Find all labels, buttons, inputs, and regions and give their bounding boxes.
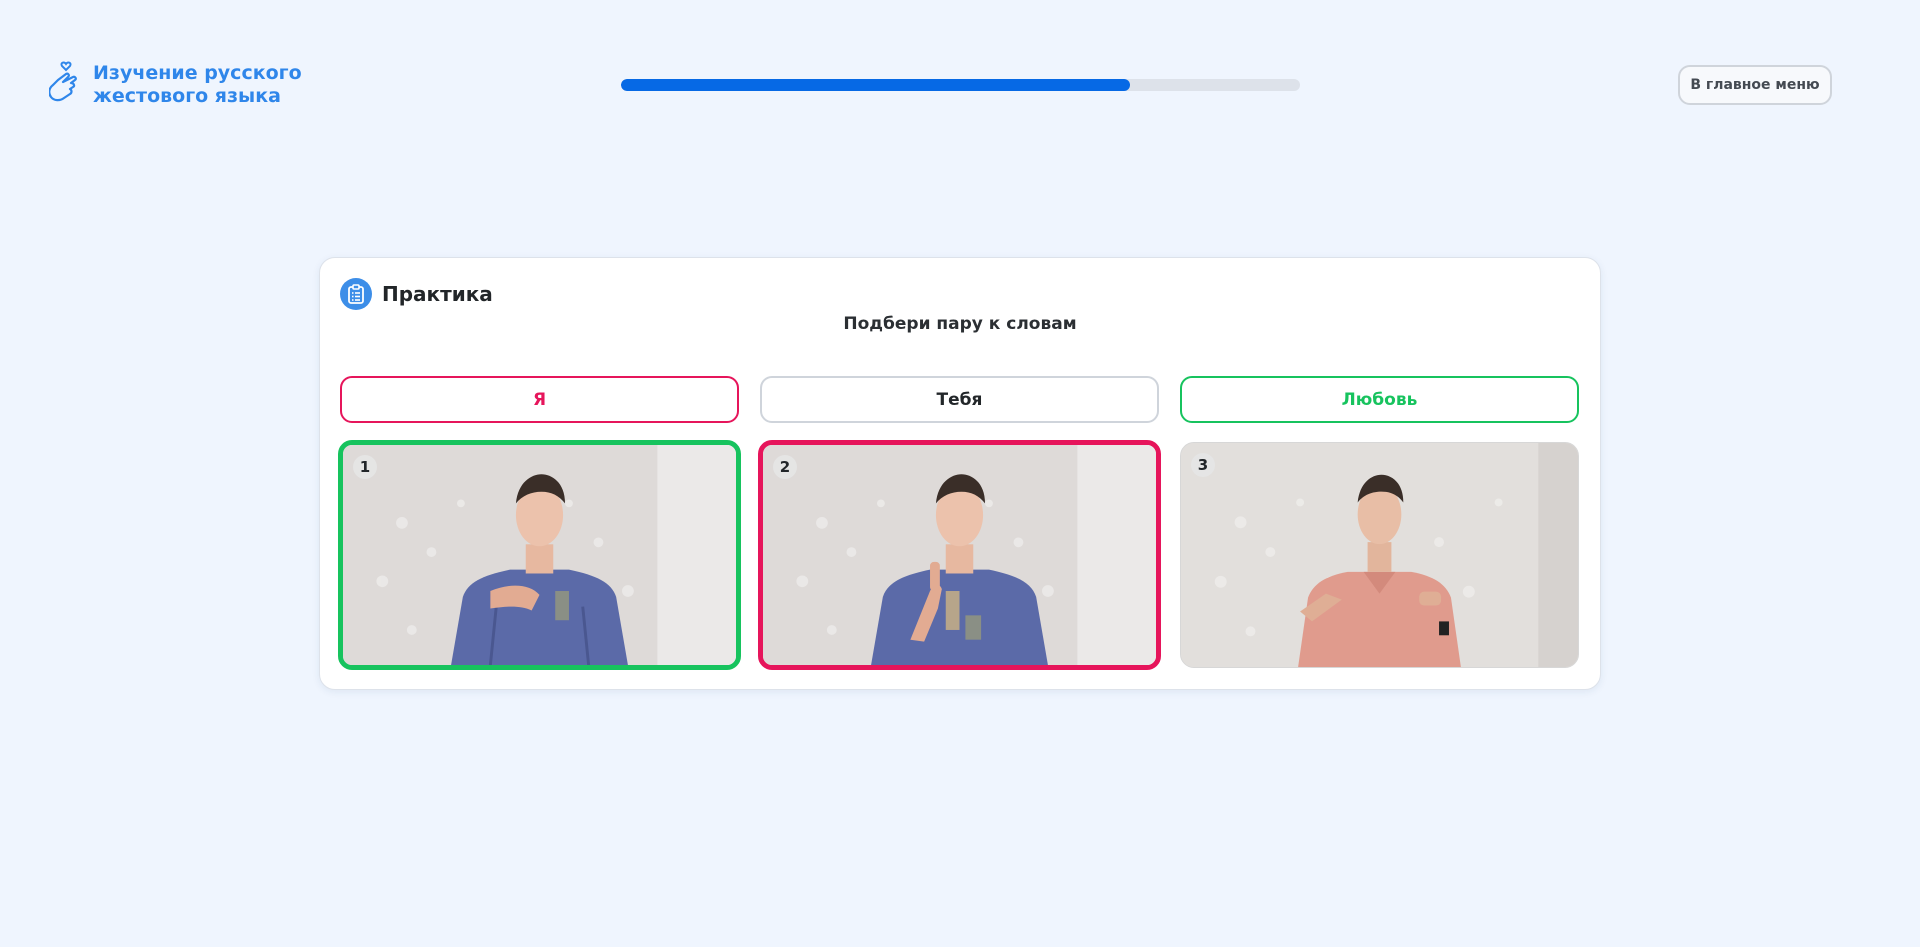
- video-option-1[interactable]: 1: [338, 440, 741, 670]
- sign-video-thumbnail: [763, 445, 1156, 665]
- word-button-lyubov[interactable]: Любовь: [1180, 376, 1579, 423]
- word-button-tebya[interactable]: Тебя: [760, 376, 1159, 423]
- sign-video-thumbnail: [1181, 443, 1578, 667]
- lesson-progress-bar: [621, 79, 1300, 91]
- option-number-badge: 3: [1191, 453, 1215, 477]
- progress-fill: [621, 79, 1131, 91]
- option-number-badge: 1: [353, 455, 377, 479]
- card-header: Практика: [340, 278, 493, 310]
- task-instruction: Подбери пару к словам: [843, 314, 1077, 334]
- sign-video-thumbnail: [343, 445, 736, 665]
- card-title: Практика: [382, 282, 493, 306]
- word-button-ya[interactable]: Я: [340, 376, 739, 423]
- video-option-2[interactable]: 2: [758, 440, 1161, 670]
- app-title-line2: жестового языка: [93, 85, 281, 107]
- main-menu-button[interactable]: В главное меню: [1678, 65, 1832, 105]
- clipboard-icon: [340, 278, 372, 310]
- option-number-badge: 2: [773, 455, 797, 479]
- app-title: Изучение русского жестового языка: [93, 62, 303, 108]
- practice-card: Практика Подбери пару к словам Я Тебя Лю…: [319, 257, 1601, 690]
- video-option-3[interactable]: 3: [1180, 442, 1579, 668]
- hand-heart-icon: [49, 61, 77, 102]
- app-logo[interactable]: Изучение русского жестового языка: [49, 58, 303, 112]
- app-title-line1: Изучение русского: [93, 62, 302, 84]
